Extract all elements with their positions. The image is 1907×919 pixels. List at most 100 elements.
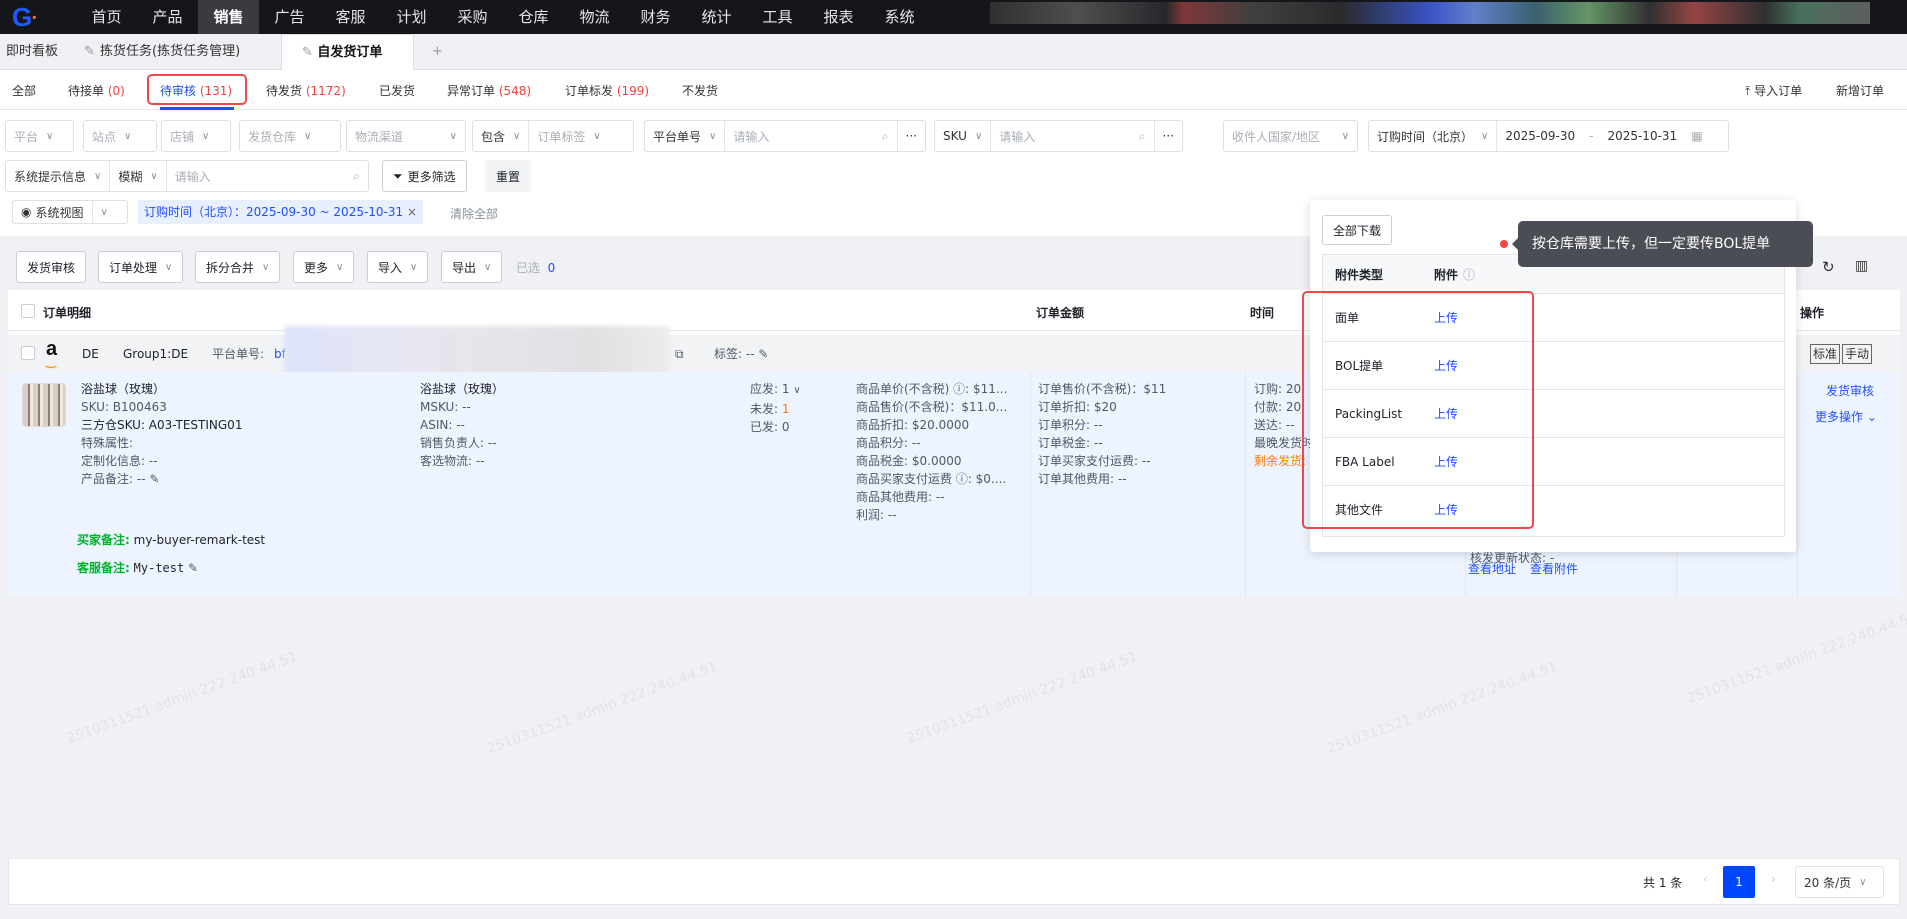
help-icon[interactable]: ⓘ: [1463, 266, 1475, 283]
divider: [1797, 372, 1798, 596]
nav-home[interactable]: 首页: [76, 0, 137, 34]
channel-select[interactable]: 物流渠道 ∨: [346, 120, 466, 152]
divider: [1030, 372, 1031, 596]
cs-remark: 客服备注: My-test ✎: [77, 561, 199, 575]
sys-info-input[interactable]: 请输入 ⌕: [167, 161, 368, 191]
pin-icon[interactable]: ✎: [84, 34, 95, 70]
date-range-input[interactable]: 2025-09-30-2025-10-31 ▦: [1497, 121, 1728, 151]
nav-plan[interactable]: 计划: [381, 0, 442, 34]
page-size-select[interactable]: 20 条/页 ∨: [1795, 866, 1884, 898]
view-address-link[interactable]: 查看地址: [1468, 560, 1516, 578]
new-order-button[interactable]: 新增订单: [1836, 82, 1884, 99]
status-tab-all[interactable]: 全部: [12, 82, 36, 99]
watermark: 2510311521 admin 222.240.44.51: [1684, 608, 1907, 708]
order-process-dropdown[interactable]: 订单处理 ∨: [98, 251, 184, 283]
sku-select[interactable]: SKU ∨: [935, 121, 992, 151]
app-logo[interactable]: G▪: [12, 4, 46, 30]
split-merge-dropdown[interactable]: 拆分合并 ∨: [195, 251, 281, 283]
import-orders-button[interactable]: ⤒ 导入订单: [1745, 82, 1802, 99]
chevron-down-icon[interactable]: ∨: [793, 385, 800, 396]
edit-icon[interactable]: ✎: [758, 347, 768, 361]
status-tab-abnormal[interactable]: 异常订单 (548): [447, 82, 531, 99]
date-range-filter[interactable]: 订购时间（北京） ∨ 2025-09-30-2025-10-31 ▦: [1368, 120, 1729, 152]
next-page-button[interactable]: ›: [1771, 872, 1776, 886]
ship-audit-button[interactable]: 发货审核: [16, 251, 87, 283]
export-dropdown[interactable]: 导出 ∨: [441, 251, 503, 283]
clear-all-link[interactable]: 清除全部: [450, 205, 498, 222]
col-file-header: 附件: [1434, 267, 1459, 282]
blurred-order-number: [284, 326, 670, 376]
edit-icon[interactable]: ✎: [149, 472, 159, 486]
reset-button[interactable]: 重置: [485, 160, 532, 192]
close-icon[interactable]: ×: [407, 205, 417, 219]
product-image[interactable]: [22, 383, 66, 427]
import-dropdown[interactable]: 导入 ∨: [367, 251, 429, 283]
contains-select[interactable]: 包含 ∨: [473, 121, 530, 151]
amazon-logo-icon: a ‿: [46, 338, 58, 368]
nav-warehouse[interactable]: 仓库: [503, 0, 564, 34]
add-tab-button[interactable]: +: [432, 34, 443, 70]
sku-filter[interactable]: SKU ∨ 请输入 ⌕ ···: [934, 120, 1183, 152]
status-tab-marked[interactable]: 订单标发 (199): [565, 82, 649, 99]
status-tab-shipped[interactable]: 已发货: [379, 82, 415, 99]
nav-tools[interactable]: 工具: [747, 0, 808, 34]
tab-dashboard[interactable]: 即时看板: [6, 34, 58, 70]
view-attachments-link[interactable]: 查看附件: [1530, 560, 1578, 578]
copy-icon[interactable]: ⧉: [675, 345, 684, 363]
page-1-button[interactable]: 1: [1723, 866, 1755, 898]
nav-service[interactable]: 客服: [320, 0, 381, 34]
row-checkbox[interactable]: [21, 346, 35, 360]
sys-info-filter[interactable]: 系统提示信息 ∨ 模糊 ∨ 请输入 ⌕: [5, 160, 369, 192]
tab-self-ship-orders[interactable]: ✎ 自发货订单: [281, 34, 414, 70]
nav-reports[interactable]: 报表: [808, 0, 869, 34]
tab-picking-task[interactable]: 拣货任务(拣货任务管理): [100, 34, 240, 70]
nav-stats[interactable]: 统计: [686, 0, 747, 34]
more-dots-icon[interactable]: ···: [898, 121, 925, 151]
shop-select[interactable]: 店铺 ∨: [161, 120, 231, 152]
columns-icon[interactable]: ▥: [1855, 258, 1868, 274]
more-dots-icon[interactable]: ···: [1155, 121, 1182, 151]
order-tag-select[interactable]: 订单标签 ∨: [529, 121, 608, 151]
refresh-icon[interactable]: ↻: [1822, 258, 1835, 276]
more-filters-button[interactable]: ⏷ 更多筛选: [382, 160, 467, 192]
status-tab-pending-accept[interactable]: 待接单 (0): [68, 82, 125, 99]
prev-page-button[interactable]: ‹: [1703, 872, 1708, 886]
nav-finance[interactable]: 财务: [625, 0, 686, 34]
status-tab-pending-ship[interactable]: 待发货 (1172): [266, 82, 346, 99]
nav-product[interactable]: 产品: [137, 0, 198, 34]
platform-no-select[interactable]: 平台单号 ∨: [645, 121, 726, 151]
nav-logistics[interactable]: 物流: [564, 0, 625, 34]
nav-sales[interactable]: 销售: [198, 0, 259, 34]
ship-audit-link[interactable]: 发货审核: [1826, 382, 1874, 400]
chevron-down-icon: ∨: [202, 130, 210, 142]
edit-icon[interactable]: ✎: [188, 561, 198, 575]
chevron-down-icon: ∨: [449, 130, 457, 142]
platform-no-input[interactable]: 请输入 ⌕: [725, 121, 898, 151]
site-select[interactable]: 站点 ∨: [83, 120, 157, 152]
nav-system[interactable]: 系统: [869, 0, 930, 34]
product-info: 浴盐球（玫瑰） SKU: B100463 三方仓SKU: A03-TESTING01…: [81, 382, 243, 486]
select-all-checkbox[interactable]: [21, 304, 35, 318]
system-view-select[interactable]: ◉ 系统视图 ∨: [12, 200, 128, 224]
order-site: DE: [82, 347, 99, 361]
page-tab-bar: 即时看板 ✎ 拣货任务(拣货任务管理) ✎ 自发货订单 +: [0, 34, 1907, 70]
order-tag-filter[interactable]: 包含 ∨ 订单标签 ∨: [472, 120, 634, 152]
country-select[interactable]: 收件人国家/地区 ∨: [1223, 120, 1358, 152]
status-tab-pending-review[interactable]: 待审核 (131): [160, 82, 232, 99]
time-type-select[interactable]: 订购时间（北京） ∨: [1369, 121, 1498, 151]
warehouse-select[interactable]: 发货仓库 ∨: [239, 120, 341, 152]
download-all-button[interactable]: 全部下载: [1322, 215, 1393, 245]
status-tab-no-ship[interactable]: 不发货: [682, 82, 718, 99]
platform-select[interactable]: 平台 ∨: [5, 120, 74, 152]
product-price-info: 商品单价(不含税) ⓘ: $11... 商品售价(不含税)：$11.0... 商品折…: [856, 382, 1008, 522]
sys-info-select[interactable]: 系统提示信息 ∨: [6, 161, 111, 191]
more-dropdown[interactable]: 更多 ∨: [293, 251, 355, 283]
sku-input[interactable]: 请输入 ⌕: [991, 121, 1155, 151]
fuzzy-select[interactable]: 模糊 ∨: [110, 161, 167, 191]
nav-ads[interactable]: 广告: [259, 0, 320, 34]
nav-purchase[interactable]: 采购: [442, 0, 503, 34]
active-filter-chip[interactable]: 订购时间（北京）：2025-09-30 ~ 2025-10-31 ×: [138, 200, 424, 224]
more-ops-link[interactable]: 更多操作 ⌄: [1815, 408, 1877, 426]
highlight-box: [1302, 291, 1534, 529]
platform-no-filter[interactable]: 平台单号 ∨ 请输入 ⌕ ···: [644, 120, 926, 152]
